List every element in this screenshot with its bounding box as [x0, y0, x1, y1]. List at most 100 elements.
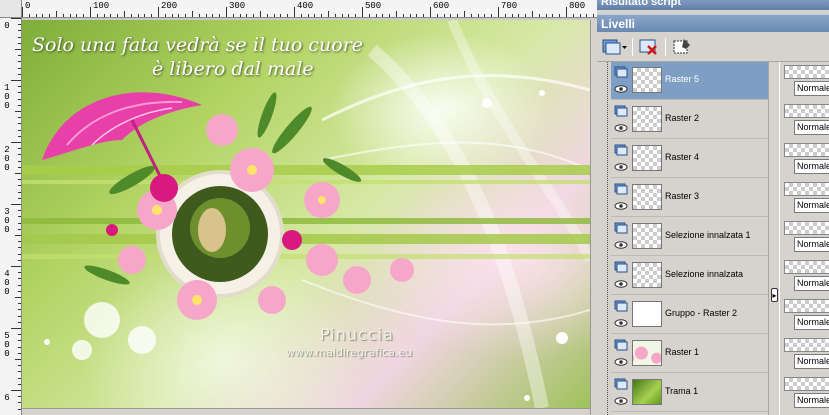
layer-row[interactable]: Raster 3 [611, 179, 768, 217]
layer-name: Raster 3 [665, 191, 700, 201]
ruler-tick [18, 365, 21, 367]
layer-row[interactable]: Raster 1 [611, 335, 768, 373]
ruler-tick [18, 278, 21, 280]
layer-visibility-toggle[interactable] [614, 299, 628, 331]
layer-visibility-toggle[interactable] [614, 377, 628, 409]
layer-thumbnail [632, 184, 662, 210]
toolbar-separator [632, 38, 633, 56]
ruler-tick [18, 210, 21, 212]
layer-row[interactable]: Selezione innalzata 1 [611, 218, 768, 256]
ruler-tick [287, 14, 289, 17]
blend-mode-select[interactable]: Normale [794, 81, 829, 96]
collapse-arrow-icon[interactable]: ▸ [771, 288, 778, 302]
ruler-tick [18, 123, 21, 125]
ruler-left-label: 4 0 0 [4, 269, 10, 297]
ruler-tick [28, 14, 30, 17]
layer-row[interactable]: Gruppo - Raster 2 [611, 296, 768, 334]
layer-type-icon [614, 300, 628, 327]
layer-visibility-toggle[interactable] [614, 104, 628, 136]
layer-properties: Normale [782, 374, 829, 412]
ruler-top-label: 200 [161, 1, 178, 11]
ruler-tick [18, 284, 21, 286]
layer-opacity-preview [784, 221, 829, 235]
ruler-tick [49, 14, 51, 17]
ruler-tick [18, 30, 21, 32]
layer-visibility-toggle[interactable] [614, 338, 628, 370]
layer-visibility-toggle[interactable] [614, 182, 628, 214]
blend-mode-select[interactable]: Normale [794, 276, 829, 291]
ruler-tick [18, 160, 21, 162]
ruler-tick [18, 383, 21, 385]
ruler-tick [158, 7, 159, 17]
toolbar-separator [665, 38, 666, 56]
ruler-tick [18, 148, 21, 150]
ruler-tick [18, 197, 21, 199]
vertical-scrollbar[interactable] [590, 20, 597, 415]
ruler-tick [246, 14, 248, 17]
ruler-tick [144, 14, 146, 17]
new-mask-icon [673, 39, 690, 54]
blend-mode-select[interactable]: Normale [794, 237, 829, 252]
layer-row[interactable]: Selezione innalzata [611, 257, 768, 295]
layer-properties: Normale [782, 179, 829, 217]
blend-mode-select[interactable]: Normale [794, 354, 829, 369]
ruler-tick [389, 14, 391, 17]
ruler-tick [18, 73, 21, 75]
blend-mode-select[interactable]: Normale [794, 198, 829, 213]
ruler-tick [11, 18, 21, 19]
delete-layer-icon [639, 39, 657, 55]
ruler-tick [382, 14, 384, 17]
ruler-tick [96, 14, 98, 17]
layer-name: Raster 4 [665, 152, 700, 162]
ruler-tick [56, 11, 57, 17]
ruler-tick [511, 14, 513, 17]
ruler-tick [185, 14, 187, 17]
artwork-url: www.maidiregrafica.eu [286, 346, 413, 359]
layer-thumbnail [632, 340, 662, 366]
ruler-left-label: 6 [4, 393, 10, 403]
ruler-tick [18, 321, 21, 323]
blend-mode-select[interactable]: Normale [794, 120, 829, 135]
ruler-tick [18, 135, 21, 137]
layer-properties: Normale [782, 101, 829, 139]
layers-toolbar [597, 32, 829, 62]
blend-mode-select[interactable]: Normale [794, 315, 829, 330]
layer-tree-line [607, 62, 608, 415]
layer-row[interactable]: Trama 1 [611, 374, 768, 412]
layer-visibility-toggle[interactable] [614, 65, 628, 97]
ruler-left-label: 2 0 0 [4, 145, 10, 173]
panel-splitter[interactable]: ▸ [768, 62, 780, 415]
layer-visibility-toggle[interactable] [614, 221, 628, 253]
layer-visibility-toggle[interactable] [614, 260, 628, 292]
ruler-tick [362, 7, 363, 17]
ruler-tick [15, 49, 21, 50]
ruler-tick [504, 14, 506, 17]
ruler-left-label: 1 0 0 [4, 83, 10, 111]
layer-visibility-toggle[interactable] [614, 143, 628, 175]
ruler-tick [11, 142, 21, 143]
layer-thumbnail [632, 301, 662, 327]
ruler-top-label: 400 [297, 1, 314, 11]
layer-row[interactable]: Raster 2 [611, 101, 768, 139]
layer-row[interactable]: Raster 4 [611, 140, 768, 178]
ruler-tick [18, 185, 21, 187]
delete-layer-button[interactable] [638, 36, 660, 58]
image-canvas[interactable]: Solo una fata vedrà se il tuo cuore è li… [22, 20, 590, 408]
ruler-tick [124, 11, 125, 17]
layer-opacity-preview [784, 377, 829, 391]
ruler-tick [18, 290, 21, 292]
ruler-tick [470, 14, 472, 17]
script-output-titlebar[interactable]: Risultato script [597, 0, 829, 10]
ruler-tick [498, 7, 499, 17]
ruler-tick [579, 14, 581, 17]
layers-panel-titlebar[interactable]: Livelli [597, 14, 829, 32]
new-layer-button[interactable] [602, 36, 628, 58]
horizontal-scrollbar[interactable] [22, 408, 590, 415]
blend-mode-select[interactable]: Normale [794, 159, 829, 174]
ruler-tick [137, 14, 139, 17]
new-mask-button[interactable] [671, 36, 693, 58]
ruler-tick [396, 11, 397, 17]
ruler-tick [18, 228, 21, 230]
blend-mode-select[interactable]: Normale [794, 393, 829, 408]
layer-row[interactable]: Raster 5 [611, 62, 768, 100]
